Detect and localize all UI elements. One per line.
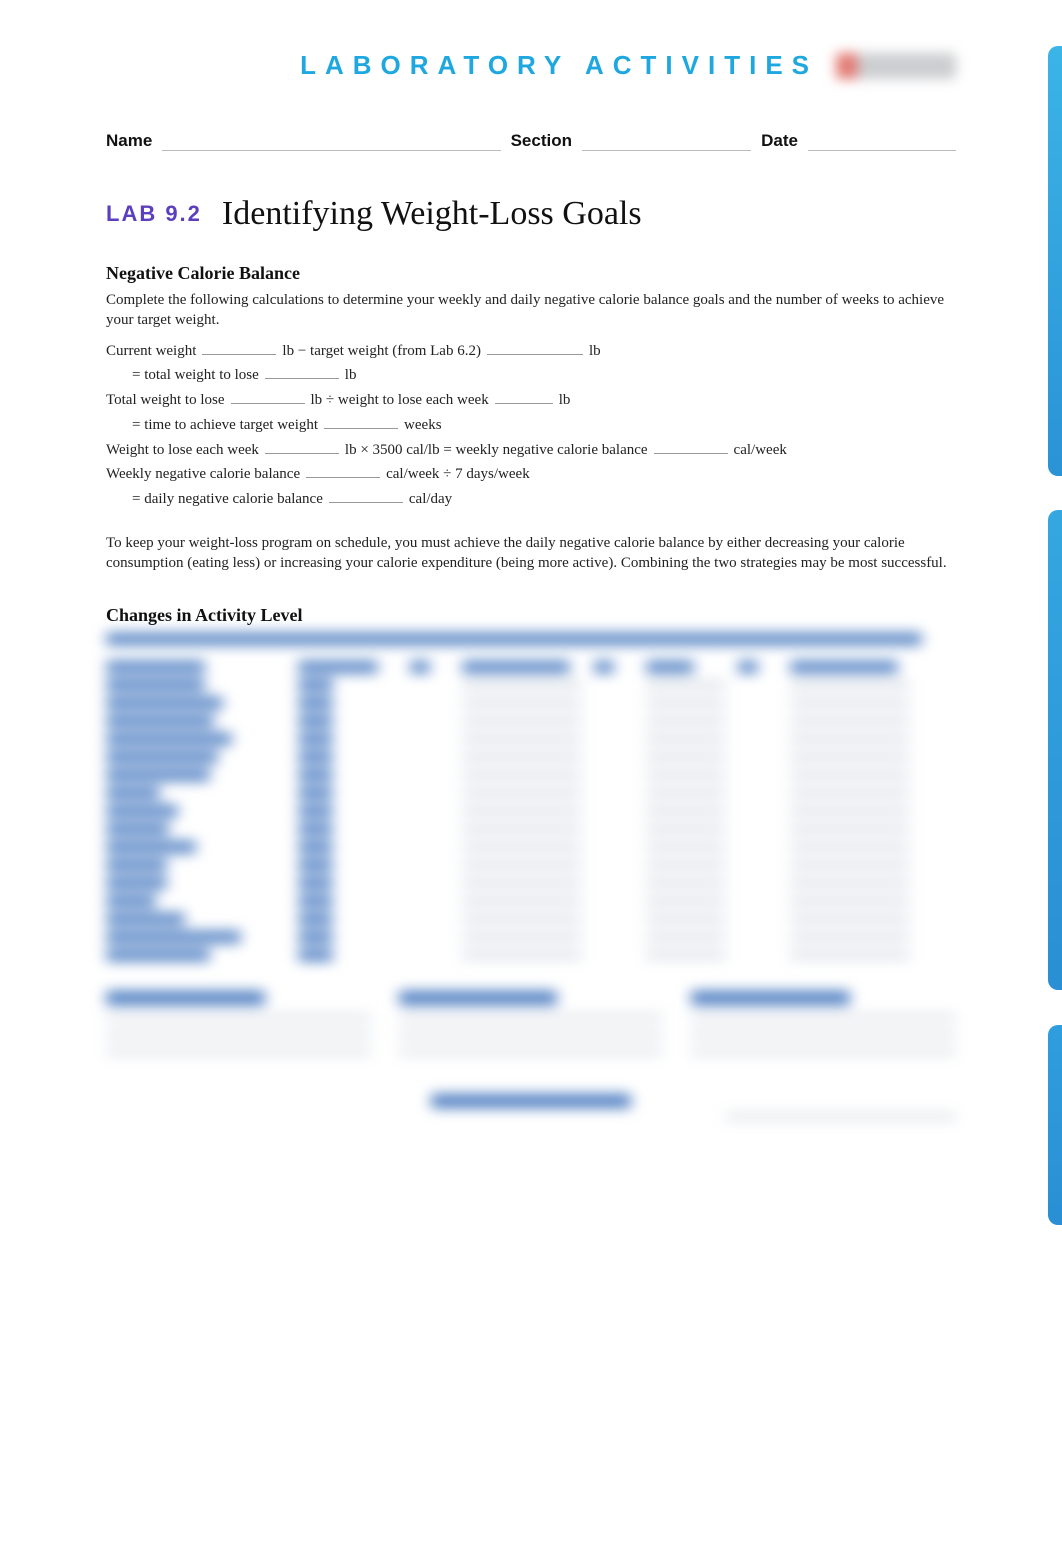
input-time-weeks[interactable] xyxy=(324,415,398,429)
calc-text: Weight to lose each week xyxy=(106,440,259,462)
input-target-weight[interactable] xyxy=(487,341,583,355)
table-row xyxy=(106,806,956,816)
student-info-row: Name Section Date xyxy=(106,131,956,151)
table-row xyxy=(106,698,956,708)
input-weekly-balance[interactable] xyxy=(654,440,728,454)
calc-text: = time to achieve target weight xyxy=(132,415,318,437)
table-row xyxy=(106,824,956,834)
calc-text: lb xyxy=(559,390,571,412)
total-label xyxy=(431,1095,631,1107)
input-current-weight[interactable] xyxy=(202,341,276,355)
input-per-week[interactable] xyxy=(495,390,553,404)
calc-text: lb ÷ weight to lose each week xyxy=(311,390,489,412)
outro-paragraph: To keep your weight-loss program on sche… xyxy=(106,533,956,574)
calc-text: cal/week xyxy=(734,440,787,462)
intro-paragraph: Complete the following calculations to d… xyxy=(106,290,956,331)
table-row xyxy=(106,860,956,870)
section-label: Section xyxy=(511,131,572,151)
blurred-content-region xyxy=(106,634,956,1118)
input-per-week-2[interactable] xyxy=(265,440,339,454)
calculation-block: Current weight lb − target weight (from … xyxy=(106,341,956,511)
calc-text: lb × 3500 cal/lb = weekly negative calor… xyxy=(345,440,648,462)
calc-text: lb − target weight (from Lab 6.2) xyxy=(282,341,481,363)
calc-text: = daily negative calorie balance xyxy=(132,489,323,511)
name-label: Name xyxy=(106,131,152,151)
calc-text: lb xyxy=(345,365,357,387)
table-row xyxy=(106,752,956,762)
input-weekly-balance-2[interactable] xyxy=(306,464,380,478)
section-heading-negative-balance: Negative Calorie Balance xyxy=(106,263,956,284)
table-row xyxy=(106,950,956,960)
table-row xyxy=(106,680,956,690)
table-row xyxy=(106,842,956,852)
table-row xyxy=(106,770,956,780)
calc-text: Current weight xyxy=(106,341,196,363)
table-row xyxy=(106,788,956,798)
lab-heading: LAB 9.2 Identifying Weight-Loss Goals xyxy=(106,195,956,233)
table-row xyxy=(106,932,956,942)
input-daily-balance[interactable] xyxy=(329,489,403,503)
total-field xyxy=(726,1115,956,1118)
name-field[interactable] xyxy=(162,133,500,151)
calc-text: lb xyxy=(589,341,601,363)
section-heading-activity-level: Changes in Activity Level xyxy=(106,605,956,626)
section-field[interactable] xyxy=(582,133,751,151)
laboratory-activities-title: LABORATORY ACTIVITIES xyxy=(300,50,818,81)
lab-number: LAB 9.2 xyxy=(106,201,202,226)
table-row xyxy=(106,878,956,888)
calc-text: Total weight to lose xyxy=(106,390,225,412)
calc-text: = total weight to lose xyxy=(132,365,259,387)
input-total-to-lose-2[interactable] xyxy=(231,390,305,404)
lab-title: Identifying Weight-Loss Goals xyxy=(222,195,642,232)
calc-text: cal/week ÷ 7 days/week xyxy=(386,464,530,486)
date-label: Date xyxy=(761,131,798,151)
input-total-to-lose[interactable] xyxy=(265,365,339,379)
table-row xyxy=(106,716,956,726)
date-field[interactable] xyxy=(808,133,956,151)
table-header-row xyxy=(106,662,956,672)
calc-text: Weekly negative calorie balance xyxy=(106,464,300,486)
table-row xyxy=(106,914,956,924)
calc-text: cal/day xyxy=(409,489,452,511)
table-row xyxy=(106,734,956,744)
summary-row xyxy=(106,992,956,1067)
page-header: LABORATORY ACTIVITIES xyxy=(106,50,956,81)
table-row xyxy=(106,896,956,906)
calc-text: weeks xyxy=(404,415,442,437)
brand-logo xyxy=(836,53,956,79)
